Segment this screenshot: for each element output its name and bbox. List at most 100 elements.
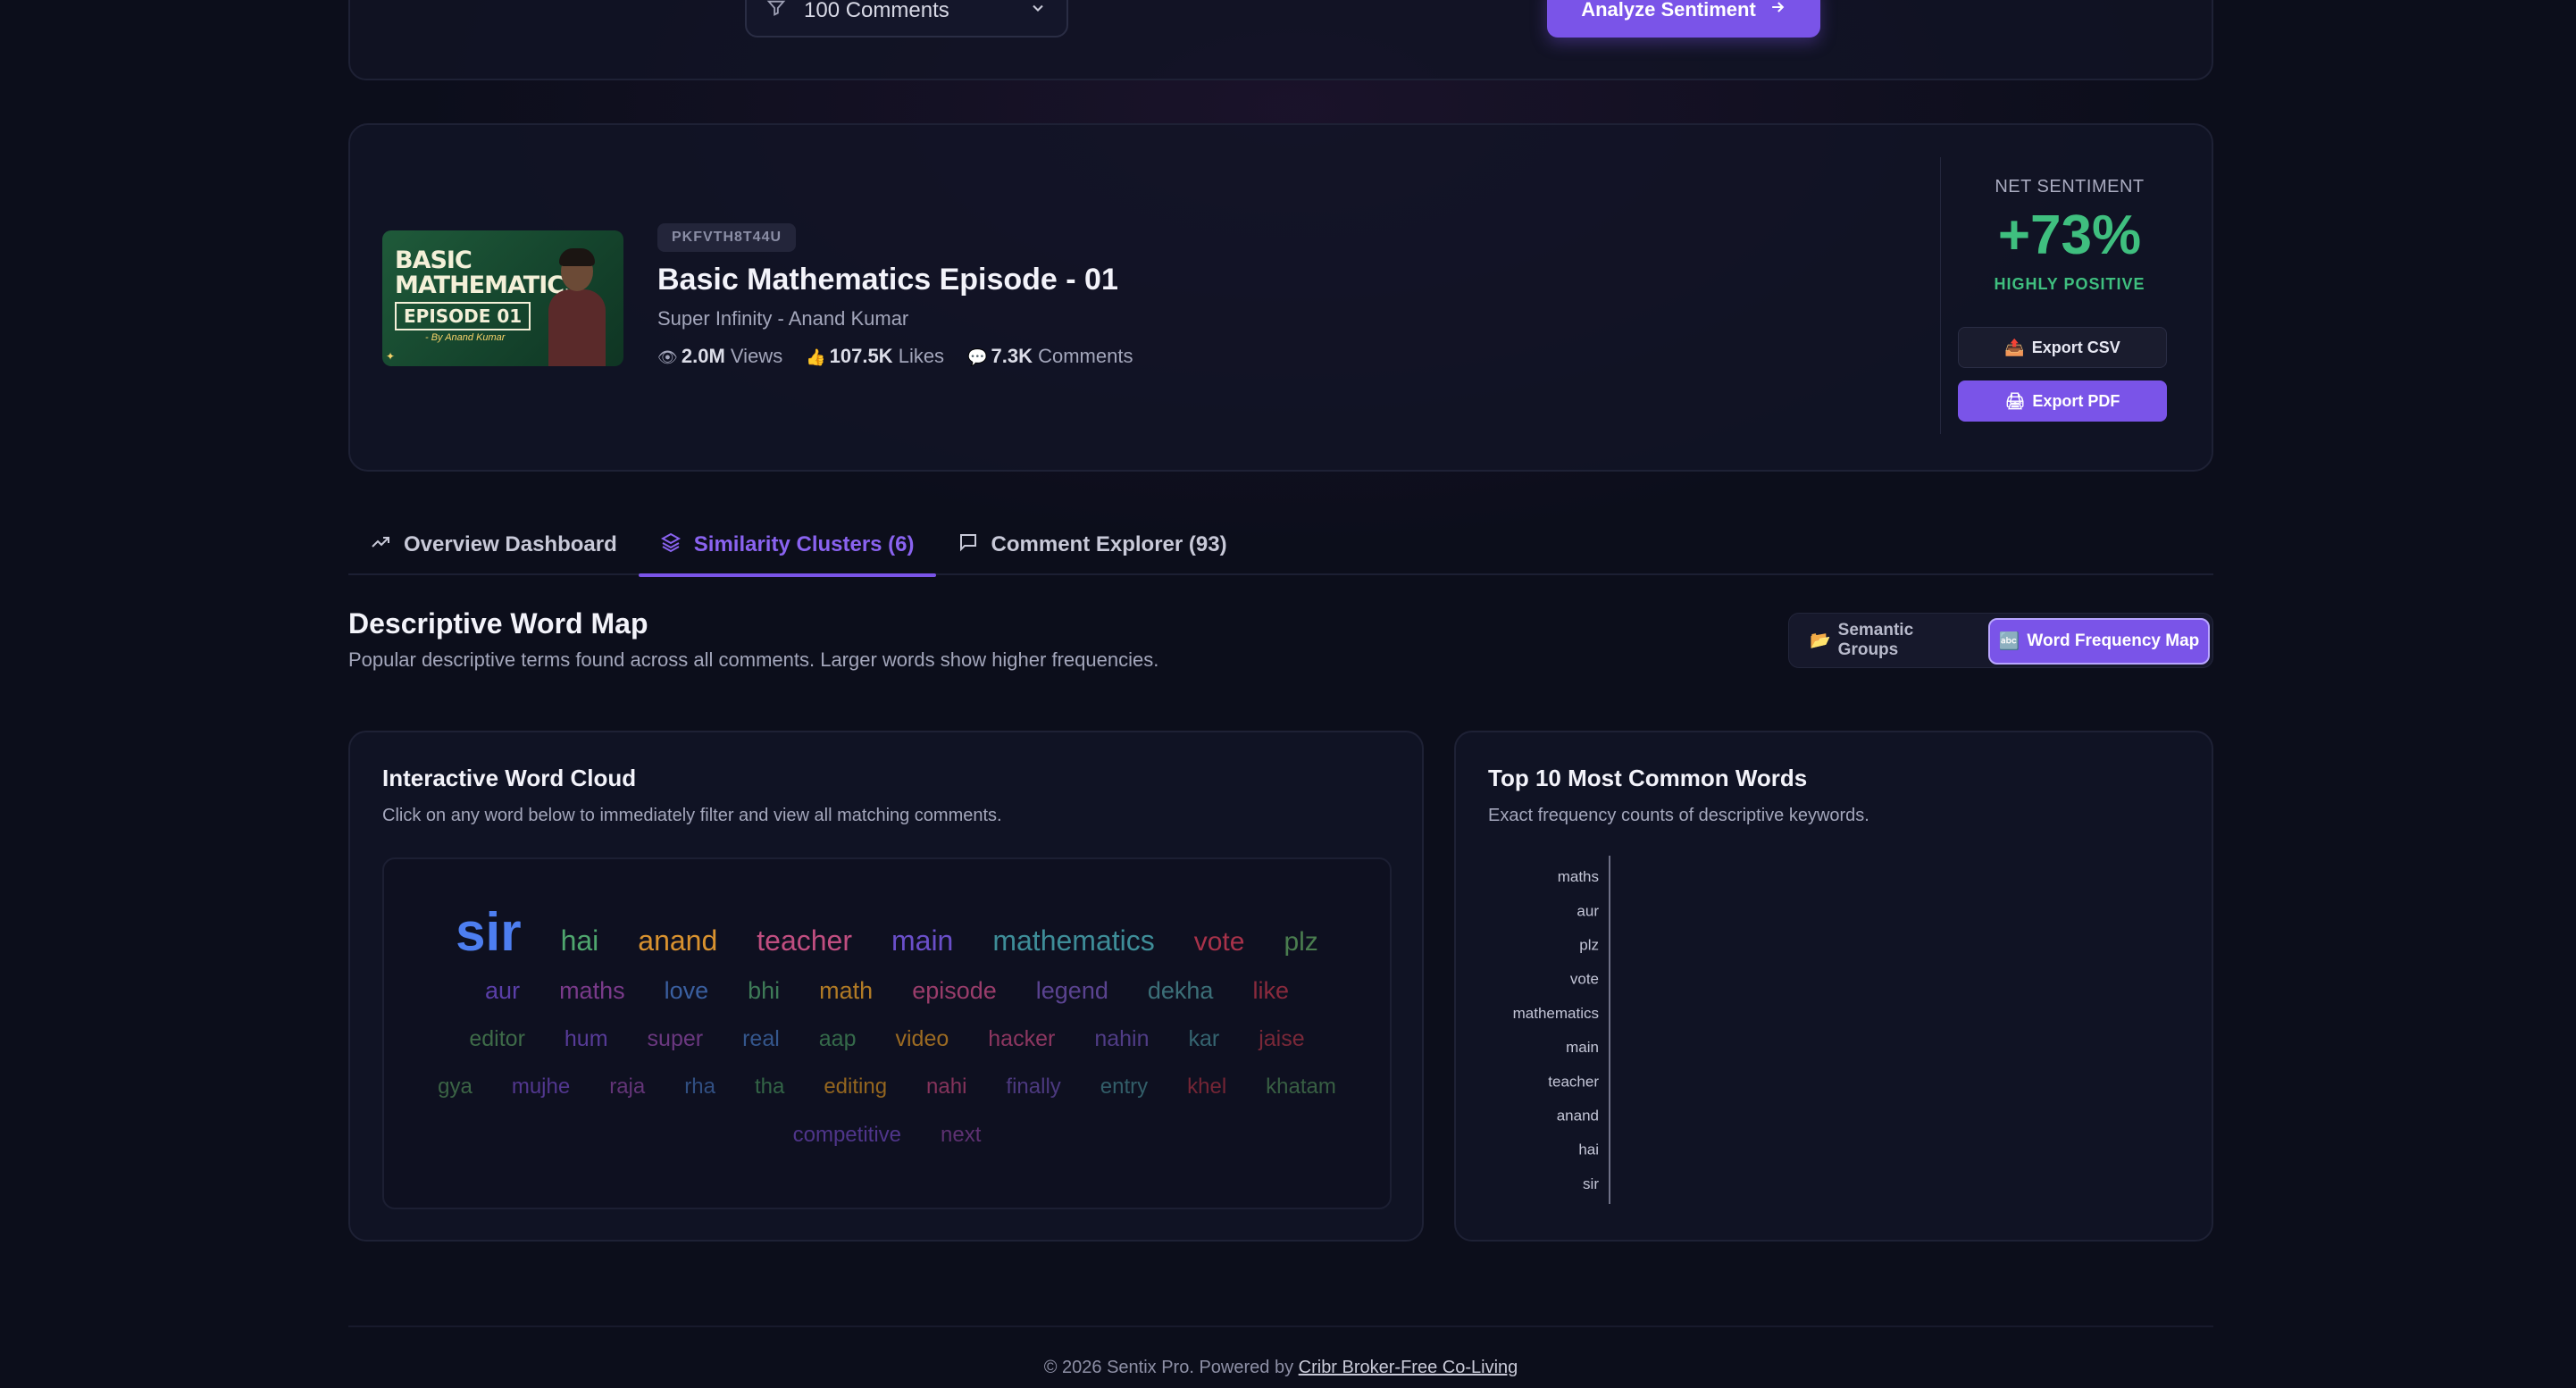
word-cloud-word[interactable]: dekha xyxy=(1148,973,1214,1008)
section-title: Descriptive Word Map xyxy=(348,607,648,640)
arrow-right-icon xyxy=(1769,0,1786,21)
section-subtitle: Popular descriptive terms found across a… xyxy=(348,648,1159,671)
tab-similarity-clusters[interactable]: Similarity Clusters (6) xyxy=(638,514,936,577)
semantic-groups-label: Semantic Groups xyxy=(1837,621,1914,659)
video-stats: 👁 2.0M Views 👍 107.5K Likes 💬 7.3K Comments xyxy=(657,345,1133,368)
comments-count-select[interactable]: 100 Comments xyxy=(745,0,1068,38)
word-cloud-word[interactable]: raja xyxy=(609,1069,645,1105)
speech-bubble-icon: 💬 xyxy=(967,348,988,366)
footer-text: © 2026 Sentix Pro. Powered by xyxy=(1043,1358,1294,1377)
footer-link[interactable]: Cribr Broker-Free Co-Living xyxy=(1299,1358,1518,1377)
word-cloud-word[interactable]: tha xyxy=(755,1069,784,1105)
word-cloud-word[interactable]: gya xyxy=(438,1069,473,1105)
analysis-controls-card: 100 Comments Analyze Sentiment xyxy=(348,0,2213,80)
y-tick-label: anand xyxy=(1557,1108,1599,1125)
word-cloud-word[interactable]: editor xyxy=(469,1021,525,1057)
word-cloud-word[interactable]: next xyxy=(941,1117,981,1153)
word-cloud-word[interactable]: main xyxy=(891,923,953,958)
word-cloud-word[interactable]: plz xyxy=(1284,924,1317,960)
word-cloud-subtitle: Click on any word below to immediately f… xyxy=(382,806,1002,825)
word-cloud-word[interactable]: mujhe xyxy=(512,1069,570,1105)
eye-icon: 👁 xyxy=(657,348,678,366)
y-tick-label: maths xyxy=(1558,868,1599,885)
word-cloud-word[interactable]: rha xyxy=(684,1069,715,1105)
word-cloud-word[interactable]: hai xyxy=(561,923,599,958)
word-cloud-word[interactable]: nahi xyxy=(926,1069,966,1105)
net-sentiment-label: NET SENTIMENT xyxy=(1995,177,2145,196)
comments-count-value: 100 Comments xyxy=(804,0,949,22)
analyze-button-label: Analyze Sentiment xyxy=(1581,0,1756,21)
likes-stat: 👍 107.5K Likes xyxy=(806,345,945,367)
word-cloud-word[interactable]: love xyxy=(665,973,709,1008)
folder-icon: 📂 xyxy=(1810,631,1831,650)
tab-overview-dashboard[interactable]: Overview Dashboard xyxy=(348,514,639,575)
word-frequency-map-toggle[interactable]: 🔤 Word Frequency Map xyxy=(1988,618,2210,665)
word-cloud-word[interactable]: finally xyxy=(1006,1069,1060,1105)
filter-icon xyxy=(766,0,786,24)
semantic-groups-toggle[interactable]: 📂 Semantic Groups xyxy=(1810,621,1970,659)
y-tick-label: sir xyxy=(1583,1175,1599,1192)
tab-bar: Overview Dashboard Similarity Clusters (… xyxy=(348,514,2213,577)
word-cloud-word[interactable]: episode xyxy=(912,973,997,1008)
word-cloud-word[interactable]: competitive xyxy=(793,1117,901,1153)
y-tick-label: mathematics xyxy=(1513,1005,1599,1022)
word-cloud: sir hai anand teacher main mathematics vote plz… xyxy=(382,857,1392,1209)
top-words-bar-chart: maths aur plz vote mathematics main teacher ana… xyxy=(1513,856,1610,1204)
video-thumbnail[interactable]: BASIC MATHEMATICS EPISODE 01 - By Anand … xyxy=(382,230,623,366)
export-csv-label: Export CSV xyxy=(2031,338,2120,356)
footer-divider xyxy=(348,1325,2213,1327)
presenter-figure xyxy=(548,248,606,366)
thumbs-up-icon: 👍 xyxy=(806,348,826,366)
thumbnail-byline: - By Anand Kumar xyxy=(425,332,506,343)
net-sentiment-value: +73% xyxy=(1997,205,2142,266)
word-cloud-word[interactable]: aur xyxy=(485,973,520,1008)
word-cloud-word[interactable]: hum xyxy=(565,1021,608,1057)
trending-up-icon xyxy=(370,531,391,559)
y-tick-label: teacher xyxy=(1548,1073,1599,1090)
word-cloud-word[interactable]: super xyxy=(648,1021,704,1057)
word-cloud-word[interactable]: maths xyxy=(559,973,625,1008)
tab-label: Similarity Clusters (6) xyxy=(693,532,915,556)
word-cloud-card: Interactive Word Cloud Click on any word… xyxy=(348,731,1424,1242)
tab-label: Comment Explorer (93) xyxy=(991,532,1227,556)
word-cloud-word[interactable]: hacker xyxy=(988,1021,1055,1057)
export-pdf-button[interactable]: 🖨 Export PDF xyxy=(1958,380,2167,422)
word-cloud-word[interactable]: teacher xyxy=(757,923,852,958)
word-cloud-word[interactable]: nahin xyxy=(1094,1021,1149,1057)
video-channel: Super Infinity - Anand Kumar xyxy=(657,307,909,330)
abc-icon: 🔤 xyxy=(1998,632,2020,651)
word-cloud-word[interactable]: sir xyxy=(456,905,521,958)
word-cloud-word[interactable]: jaise xyxy=(1259,1021,1304,1057)
tab-label: Overview Dashboard xyxy=(404,532,617,556)
printer-icon: 🖨 xyxy=(2004,391,2026,410)
word-cloud-word[interactable]: legend xyxy=(1036,973,1108,1008)
page: 100 Comments Analyze Sentiment BASIC MAT… xyxy=(348,0,2213,1388)
message-square-icon xyxy=(958,531,979,559)
word-cloud-word[interactable]: bhi xyxy=(748,973,780,1008)
word-cloud-word[interactable]: real xyxy=(742,1021,780,1057)
y-tick-label: main xyxy=(1566,1039,1599,1056)
net-sentiment-description: HIGHLY POSITIVE xyxy=(1994,275,2145,293)
channel-logo-icon: ✦ xyxy=(386,350,396,363)
comments-stat: 💬 7.3K Comments xyxy=(967,345,1133,367)
export-csv-button[interactable]: 📤 Export CSV xyxy=(1958,327,2167,368)
word-cloud-word[interactable]: entry xyxy=(1100,1069,1148,1105)
word-cloud-word[interactable]: like xyxy=(1252,973,1289,1008)
word-cloud-word[interactable]: aap xyxy=(819,1021,857,1057)
tab-comment-explorer[interactable]: Comment Explorer (93) xyxy=(936,514,1249,575)
analyze-sentiment-button[interactable]: Analyze Sentiment xyxy=(1547,0,1820,38)
word-cloud-word[interactable]: kar xyxy=(1188,1021,1219,1057)
thumbnail-episode-badge: EPISODE 01 xyxy=(395,302,531,330)
word-cloud-word[interactable]: math xyxy=(819,973,873,1008)
word-cloud-word[interactable]: khatam xyxy=(1266,1069,1336,1105)
word-cloud-word[interactable]: editing xyxy=(824,1069,887,1105)
word-cloud-row: aur maths love bhi math episode legend dekha lik… xyxy=(420,973,1354,1008)
sentiment-divider xyxy=(1940,157,1941,434)
word-cloud-word[interactable]: vote xyxy=(1194,924,1245,960)
word-cloud-word[interactable]: mathematics xyxy=(992,923,1154,958)
y-tick-label: vote xyxy=(1570,971,1599,988)
word-cloud-word[interactable]: anand xyxy=(638,923,717,958)
chevron-down-icon xyxy=(1029,0,1047,22)
word-cloud-word[interactable]: khel xyxy=(1187,1069,1226,1105)
word-cloud-word[interactable]: video xyxy=(896,1021,949,1057)
